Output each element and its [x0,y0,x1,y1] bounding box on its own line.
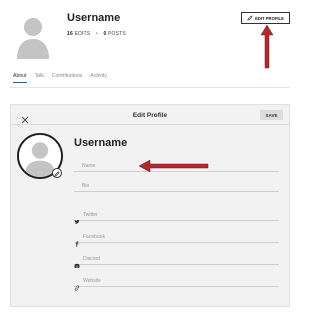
tab-about[interactable]: About [13,73,27,83]
avatar-editor [17,133,63,179]
name-input[interactable] [82,162,272,170]
avatar-edit-button[interactable] [52,168,62,178]
bio-input[interactable] [82,182,272,190]
modal-username: Username [74,137,128,149]
discord-field[interactable] [74,255,279,269]
facebook-icon [74,234,80,247]
save-button[interactable]: SAVE [260,110,283,120]
twitter-icon [74,212,80,224]
facebook-input[interactable] [83,233,273,241]
twitter-input[interactable] [83,211,273,219]
name-field[interactable] [74,162,279,172]
website-input[interactable] [83,277,273,285]
posts-count: 0 [103,31,107,37]
edits-label: EDITS [74,31,91,37]
discord-input[interactable] [83,255,273,263]
edit-profile-label: EDIT PROFILE [255,15,284,21]
pencil-icon [54,164,60,182]
tab-talk[interactable]: Talk [35,73,44,83]
website-field[interactable] [74,277,279,291]
tab-contributions[interactable]: Contributions [52,73,83,83]
avatar[interactable] [16,15,50,59]
discord-icon [74,256,80,269]
bio-field[interactable] [74,182,279,192]
facebook-field[interactable] [74,233,279,247]
modal-title: Edit Profile [132,112,168,119]
modal-header: Edit Profile SAVE [11,105,289,125]
twitter-field[interactable] [74,211,279,224]
username: Username [67,12,121,24]
edit-profile-button[interactable]: EDIT PROFILE [241,12,290,24]
profile-stats: 16 EDITS • 0 POSTS [67,31,126,37]
edits-count: 16 [67,31,73,37]
pencil-icon [247,14,253,22]
edit-profile-modal: Edit Profile SAVE Username [10,104,290,307]
tabs-divider [10,87,290,88]
tab-activity[interactable]: Activity [90,73,106,83]
profile-tabs: About Talk Contributions Activity [13,73,107,83]
stats-separator: • [95,31,98,37]
profile-header: Username 16 EDITS • 0 POSTS EDIT PROFILE… [0,0,300,92]
link-icon [74,278,80,291]
posts-label: POSTS [108,31,126,37]
